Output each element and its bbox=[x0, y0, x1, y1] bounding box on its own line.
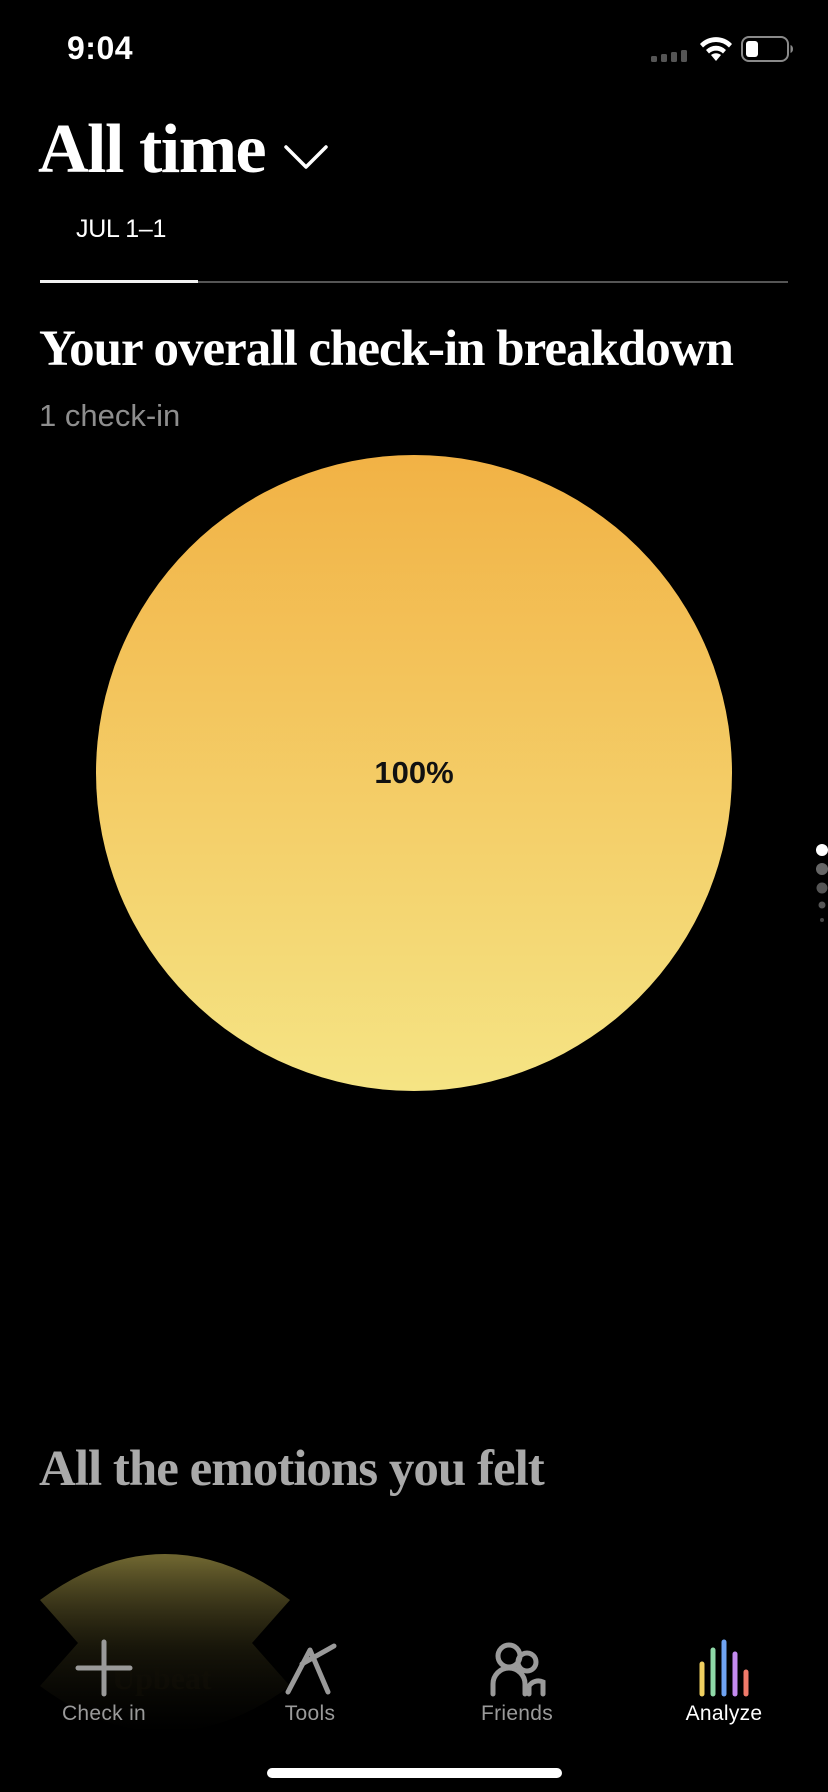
analyze-bars-icon bbox=[699, 1639, 749, 1697]
tab-bar: Check in Tools Friends Analyze bbox=[0, 1620, 828, 1740]
tab-analyze[interactable]: Analyze bbox=[634, 1620, 814, 1735]
page-dots-indicator bbox=[816, 844, 828, 922]
chevron-down-icon bbox=[284, 145, 328, 169]
tab-label: Analyze bbox=[685, 1702, 763, 1725]
time-range-selector[interactable]: All time bbox=[38, 105, 329, 195]
tab-friends[interactable]: Friends bbox=[427, 1620, 607, 1735]
pie-slice-upbeat[interactable] bbox=[96, 455, 732, 1091]
checkin-count: 1 check-in bbox=[39, 398, 181, 433]
battery-icon bbox=[741, 36, 793, 62]
tab-tools[interactable]: Tools bbox=[220, 1620, 400, 1735]
friends-icon bbox=[490, 1642, 546, 1697]
page-title: All time bbox=[38, 111, 267, 188]
tab-label: Friends bbox=[480, 1702, 554, 1725]
emotions-title: All the emotions you felt bbox=[39, 1441, 545, 1497]
date-range-tabs: JUL 1–1 bbox=[40, 205, 788, 285]
status-bar: 9:04 bbox=[0, 0, 828, 100]
tools-icon bbox=[285, 1643, 337, 1695]
breakdown-title: Your overall check-in breakdown bbox=[39, 321, 734, 377]
home-indicator bbox=[267, 1768, 562, 1778]
wifi-icon bbox=[700, 37, 732, 61]
status-time: 9:04 bbox=[67, 30, 134, 66]
tab-label: Check in bbox=[61, 1702, 147, 1725]
signal-icon bbox=[651, 50, 687, 62]
tab-check-in[interactable]: Check in bbox=[14, 1620, 194, 1735]
date-tab[interactable]: JUL 1–1 bbox=[76, 215, 166, 244]
tab-label: Tools bbox=[284, 1702, 336, 1725]
breakdown-pie-chart[interactable] bbox=[96, 455, 732, 1091]
plus-icon bbox=[75, 1639, 133, 1697]
tab-selected-indicator bbox=[40, 280, 198, 283]
